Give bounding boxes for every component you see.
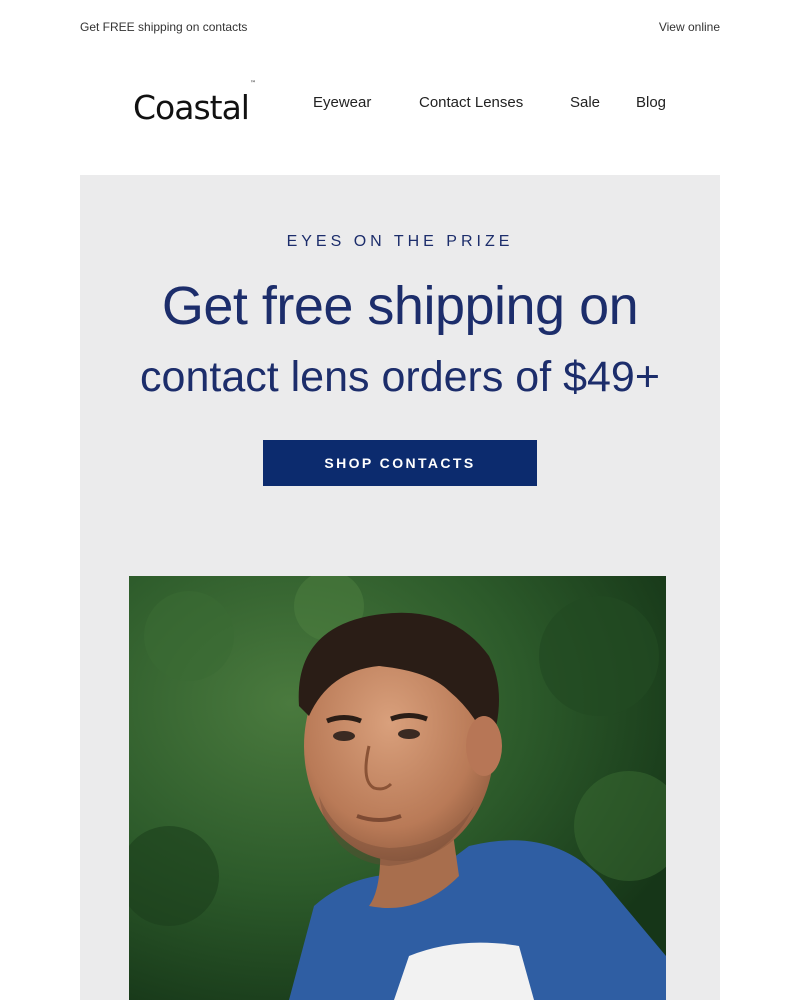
hero-banner: EYES ON THE PRIZE Get free shipping on c…	[80, 175, 720, 1000]
man-portrait-image	[129, 576, 666, 1000]
nav-blog[interactable]: Blog	[636, 94, 666, 111]
header: Coastal™ Eyewear Contact Lenses Sale Blo…	[80, 80, 720, 134]
coastal-logo[interactable]: Coastal™	[133, 80, 256, 127]
nav-sale[interactable]: Sale	[570, 94, 600, 111]
preheader: Get FREE shipping on contacts View onlin…	[80, 20, 720, 38]
view-online-link[interactable]: View online	[659, 20, 720, 34]
nav-contact-lenses[interactable]: Contact Lenses	[419, 94, 523, 111]
hero-headline-line2: contact lens orders of $49+	[140, 353, 660, 401]
logo-text: Coastal	[133, 88, 250, 127]
preheader-text: Get FREE shipping on contacts	[80, 20, 248, 34]
hero-eyebrow: EYES ON THE PRIZE	[286, 233, 514, 250]
logo-trademark: ™	[249, 80, 256, 87]
shop-contacts-button[interactable]: SHOP CONTACTS	[263, 440, 537, 486]
nav-eyewear[interactable]: Eyewear	[313, 94, 371, 111]
hero-headline-line1: Get free shipping on	[161, 276, 639, 336]
hero-photo[interactable]	[129, 576, 666, 1000]
